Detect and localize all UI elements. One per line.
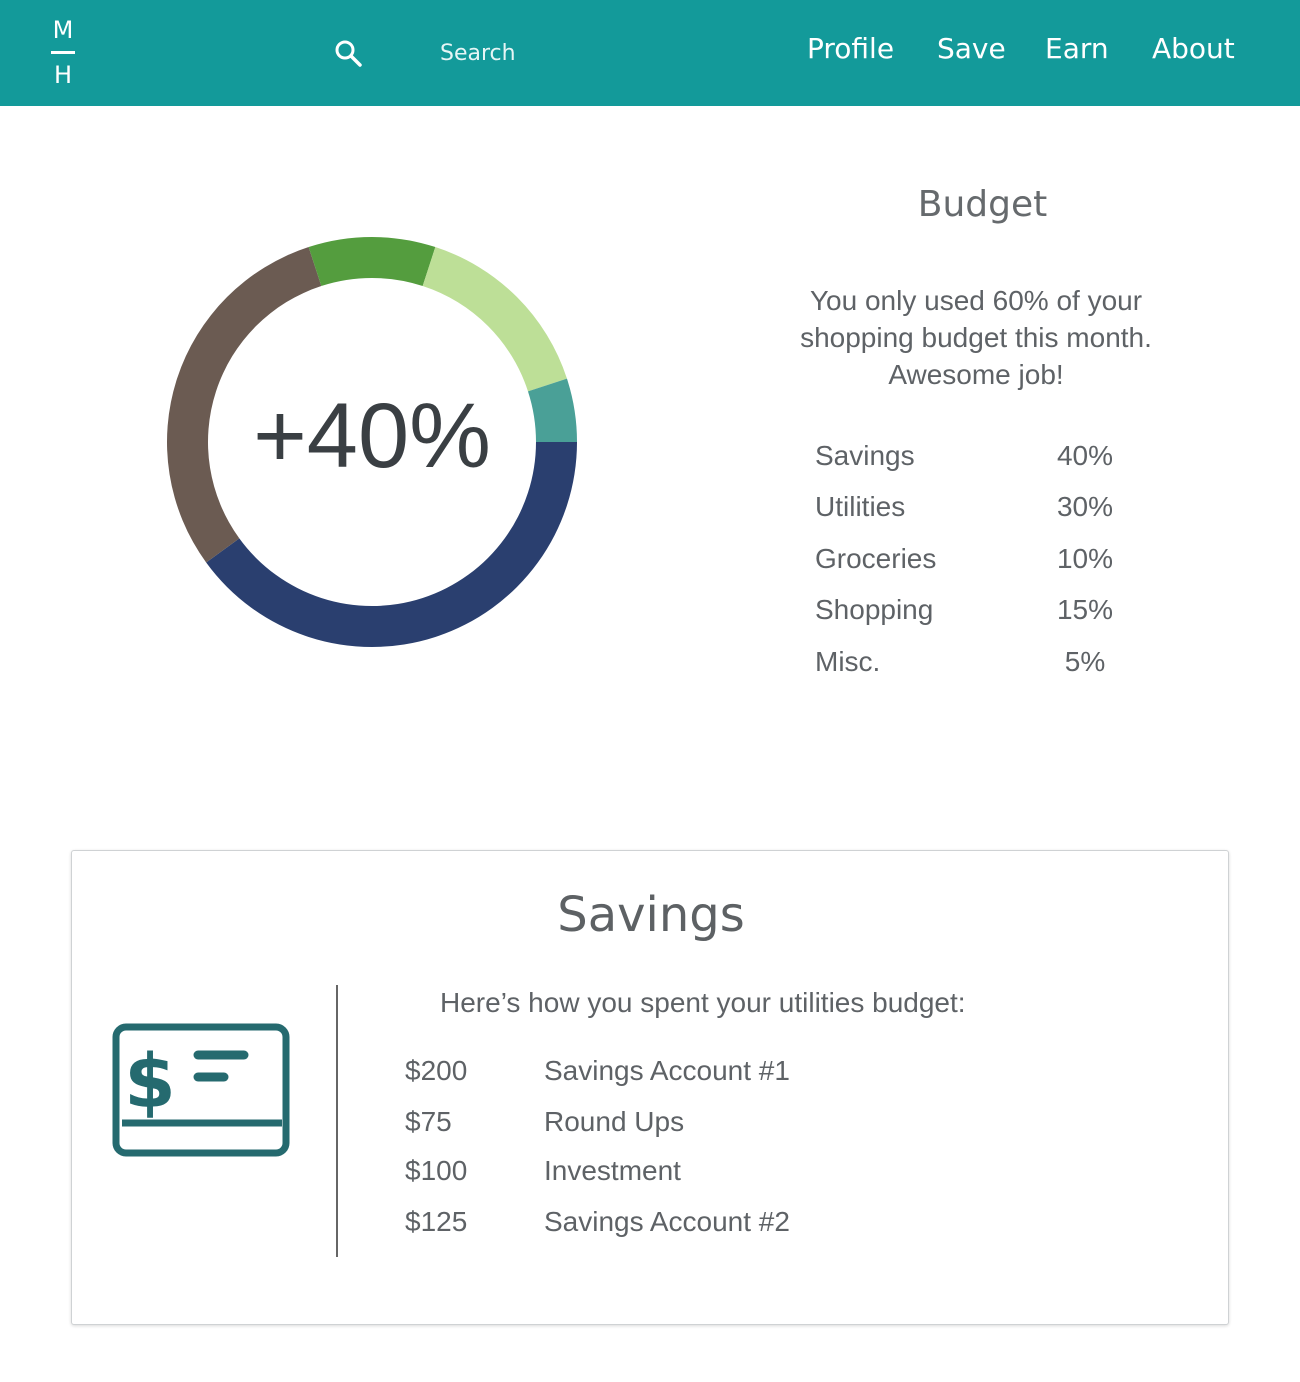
budget-message: You only used 60% of your shopping budge… [800,285,1152,390]
donut-slice-groceries [308,237,436,287]
breakdown-value-savings: 40% [1056,440,1114,471]
savings-amount: $100 [405,1155,468,1186]
search-icon[interactable] [333,38,363,68]
savings-title: Savings [557,887,745,943]
nav-earn[interactable]: Earn [1045,32,1109,65]
nav-profile[interactable]: Profile [807,32,894,65]
savings-description: Savings Account #2 [544,1206,790,1237]
vertical-divider [336,985,338,1257]
savings-amount: $75 [405,1106,452,1137]
svg-text:$: $ [124,1039,176,1125]
donut-center-label: +40% [253,385,491,487]
budget-title: Budget [917,184,1048,225]
breakdown-label-shopping: Shopping [815,594,934,625]
breakdown-value-groceries: 10% [1056,543,1114,574]
money-card-icon: $ [112,1023,290,1157]
savings-card: Savings $ Here’s how you spent your util… [71,850,1229,1325]
breakdown-value-utilities: 30% [1056,491,1114,522]
savings-description: Savings Account #1 [544,1055,790,1086]
savings-amount: $125 [405,1206,468,1237]
nav-about[interactable]: About [1152,32,1235,65]
breakdown-value-misc: 5% [1064,646,1106,677]
logo-letter-m: M [52,16,74,44]
breakdown-value-shopping: 15% [1056,594,1114,625]
savings-subtitle: Here’s how you spent your utilities budg… [440,987,966,1018]
breakdown-label-misc: Misc. [815,646,881,677]
logo-bar [51,51,75,54]
breakdown-label-utilities: Utilities [815,491,906,522]
search-input[interactable] [440,34,640,72]
logo[interactable]: M H [50,18,76,88]
savings-amount: $200 [405,1055,468,1086]
breakdown-label-savings: Savings [815,440,915,471]
nav-save[interactable]: Save [937,32,1006,65]
savings-description: Investment [544,1155,681,1186]
breakdown-label-groceries: Groceries [815,543,937,574]
logo-letter-h: H [53,61,73,89]
top-navbar: M H Profile Save Earn About [0,0,1300,106]
donut-slice-shopping [422,247,567,392]
savings-description: Round Ups [544,1106,685,1137]
